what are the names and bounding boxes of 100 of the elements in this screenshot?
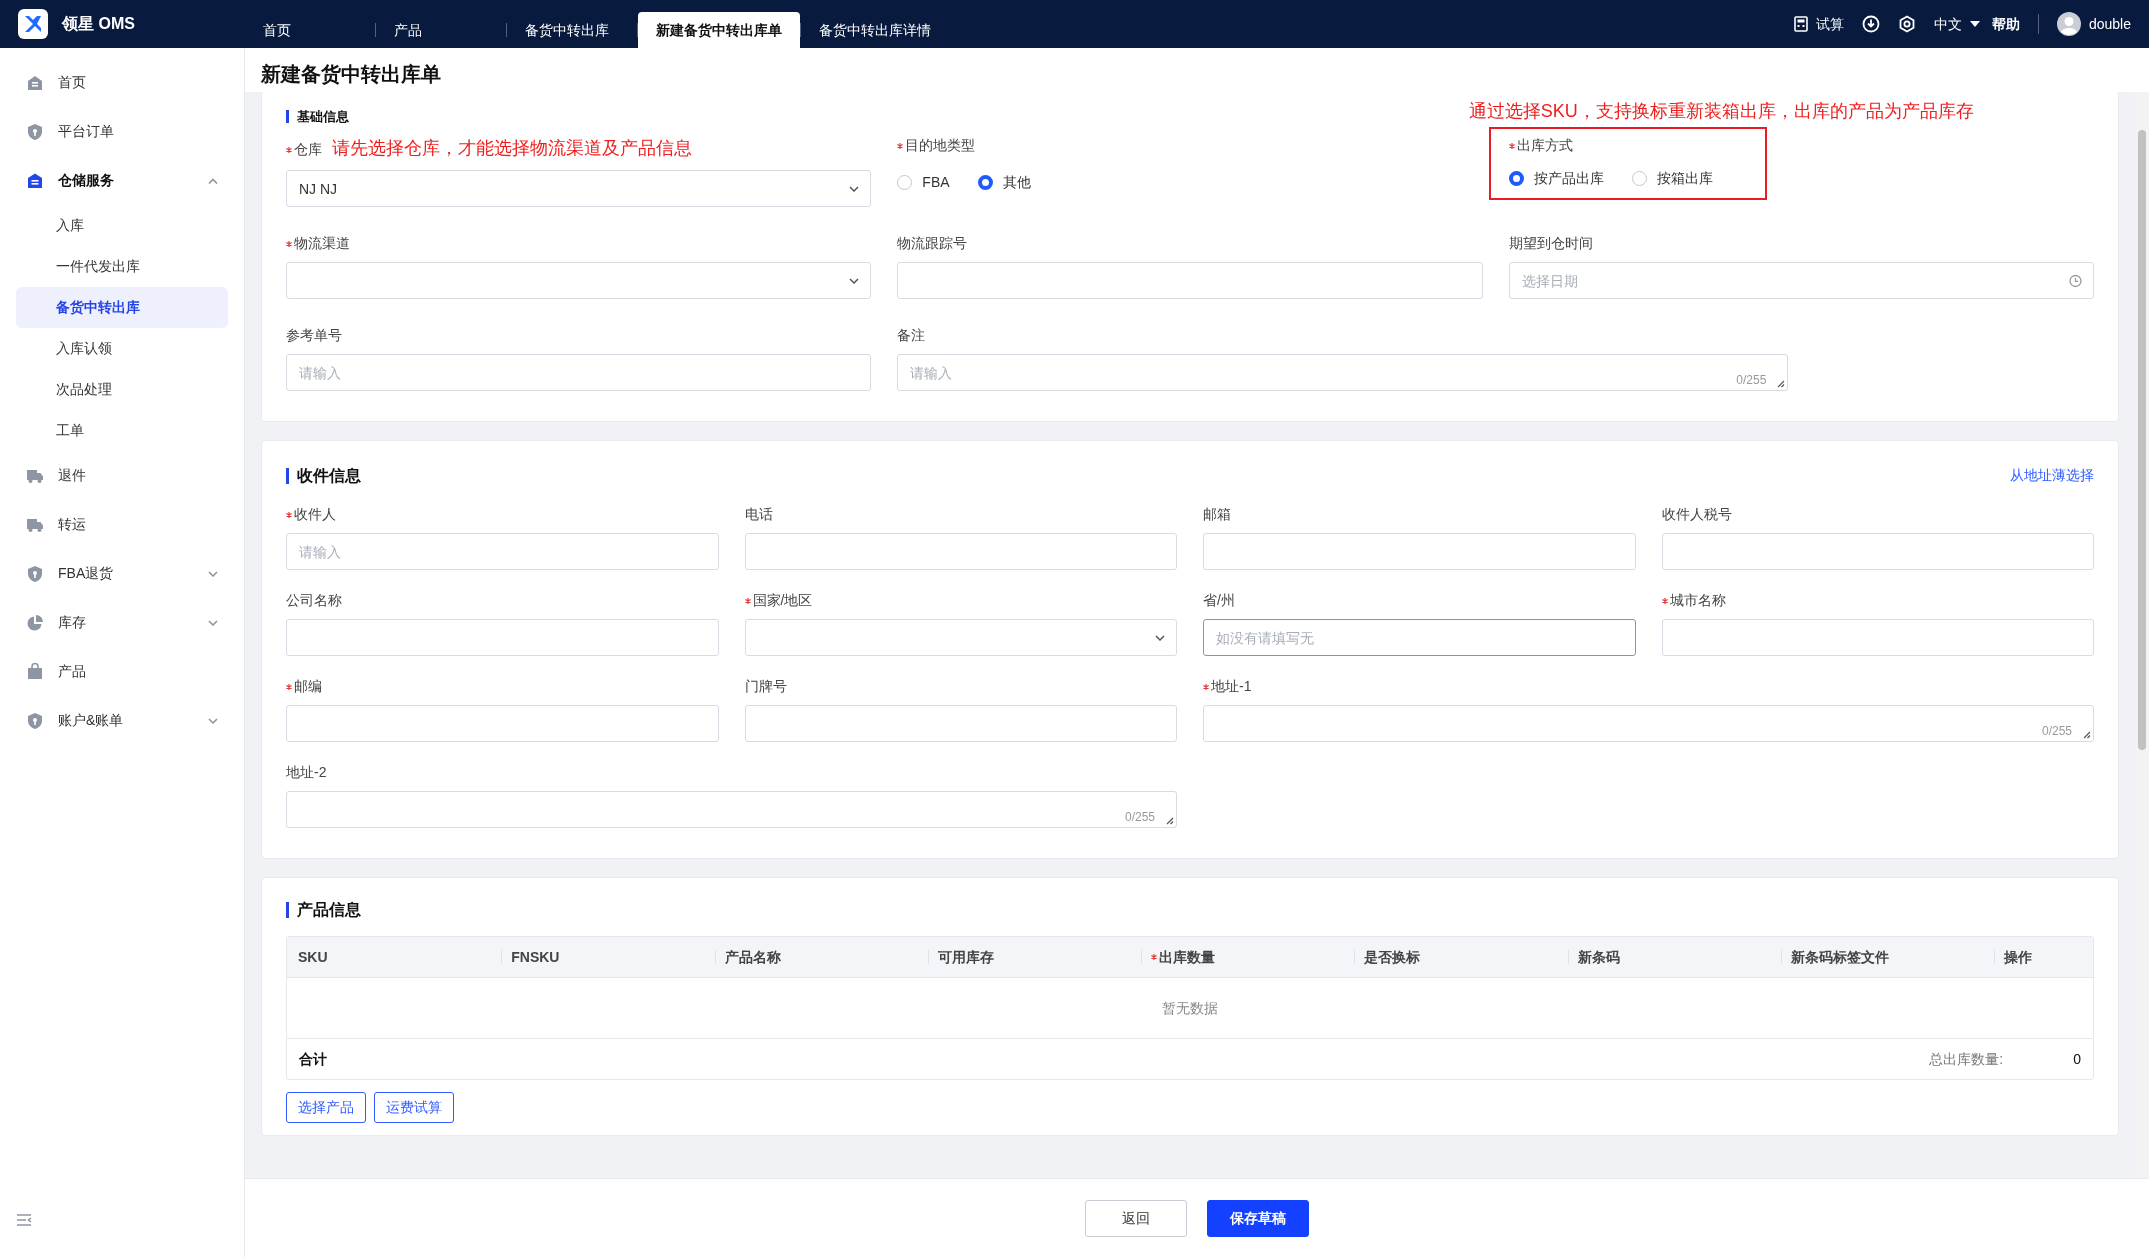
select-field[interactable]: NJ NJ [286, 170, 872, 207]
chevron-down-icon [1155, 634, 1165, 641]
field-label: 出库方式 [1516, 137, 1573, 153]
tab[interactable]: 首页 [245, 12, 375, 48]
sidebar-item[interactable]: 平台订单 [16, 107, 228, 156]
radio-option[interactable]: FBA [897, 172, 950, 193]
avatar-icon [2056, 12, 2081, 36]
text-area[interactable] [286, 791, 1177, 828]
bag-icon [26, 662, 44, 681]
logo-icon [18, 9, 48, 39]
resize-handle-icon [1777, 380, 1786, 388]
shield-icon [26, 122, 44, 141]
field-label: 备注 [897, 326, 926, 345]
field-label: 公司名称 [286, 591, 342, 610]
collapse-menu-icon[interactable] [16, 1213, 32, 1227]
annotation-text: 请先选择仓库，才能选择物流渠道及产品信息 [332, 137, 692, 160]
sidebar-item[interactable]: 产品 [16, 647, 228, 696]
sidebar-item[interactable]: 退件 [16, 451, 228, 500]
column-header: 新条码标签文件 [1779, 937, 1993, 977]
download-icon[interactable] [1861, 15, 1880, 33]
radio-circle[interactable] [897, 175, 913, 190]
chevron-down-icon [849, 277, 860, 284]
section-title: 产品信息 [286, 902, 361, 918]
column-header: SKU [287, 937, 501, 977]
character-counter: 0/255 [2041, 725, 2072, 737]
field-label: 电话 [744, 505, 773, 524]
caret-icon [1969, 21, 1980, 27]
column-header: 新条码 [1566, 937, 1780, 977]
back-button[interactable]: 返回 [1085, 1199, 1187, 1237]
total-quantity-value: 0 [2073, 1049, 2081, 1069]
radio-option[interactable]: 其他 [977, 172, 1031, 193]
field-label: 物流渠道 [294, 235, 350, 251]
help-link[interactable]: 帮助 [1991, 13, 2020, 35]
user-menu[interactable]: double [2056, 12, 2131, 36]
tab[interactable]: 新建备货中转出库单 [638, 12, 800, 48]
radio-option[interactable]: 按箱出库 [1631, 167, 1713, 189]
field-label: 邮编 [294, 678, 322, 694]
select-field[interactable] [744, 619, 1177, 656]
field-label: 地址-1 [1211, 678, 1252, 694]
radio-circle[interactable] [1631, 170, 1647, 186]
radio-circle[interactable] [977, 175, 993, 190]
sidebar-item[interactable]: 仓储服务 [16, 156, 228, 205]
field-label: 仓库 [294, 141, 322, 157]
chevron-down-icon [849, 185, 860, 192]
sidebar-subitem[interactable]: 备货中转出库 [16, 287, 228, 328]
sidebar-item[interactable]: 转运 [16, 500, 228, 549]
radio-option[interactable]: 按产品出库 [1508, 167, 1604, 189]
action-button[interactable]: 选择产品 [286, 1092, 366, 1123]
sidebar-subitem[interactable]: 入库 [16, 205, 228, 246]
sidebar-item[interactable]: 账户&账单 [16, 696, 228, 745]
sidebar-item[interactable]: 首页 [16, 58, 228, 107]
language-dropdown[interactable]: 中文 [1933, 13, 1980, 35]
date-field[interactable]: 选择日期 [1508, 262, 2094, 299]
page-title: 新建备货中转出库单 [261, 62, 442, 86]
input-field[interactable]: 如没有请填写无 [1203, 619, 1636, 656]
total-quantity-label: 总出库数量: [1929, 1049, 2004, 1069]
section-title: 基础信息 [286, 110, 349, 123]
save-draft-button[interactable]: 保存草稿 [1207, 1199, 1309, 1237]
resize-handle-icon [1166, 817, 1174, 825]
empty-message: 暂无数据 [1162, 998, 1218, 1018]
home-icon [26, 73, 44, 92]
field-label: 邮箱 [1203, 505, 1231, 524]
field-label: 国家/地区 [752, 592, 813, 608]
address-book-link[interactable]: 从地址薄选择 [2010, 465, 2094, 486]
column-header: 是否换标 [1353, 937, 1567, 977]
field-label: 地址-2 [286, 763, 327, 782]
select-field[interactable] [286, 262, 872, 299]
shield-icon [26, 564, 44, 583]
action-button[interactable]: 运费试算 [374, 1092, 454, 1123]
sidebar-item[interactable]: FBA退货 [16, 549, 228, 598]
field-label: 目的地类型 [905, 137, 976, 153]
sidebar-subitem[interactable]: 一件代发出库 [16, 246, 228, 287]
calculator-icon [1793, 16, 1808, 32]
sidebar-subitem[interactable]: 次品处理 [16, 369, 228, 410]
calculator-button[interactable]: 试算 [1793, 13, 1844, 35]
field-label: 收件人 [294, 506, 336, 522]
field-label: 期望到仓时间 [1508, 234, 1593, 253]
app-name: 领星 OMS [62, 14, 135, 34]
total-label: 合计 [299, 1049, 327, 1069]
sidebar-item[interactable]: 库存 [16, 598, 228, 647]
clock-icon [2069, 274, 2082, 287]
sidebar-subitem[interactable]: 工单 [16, 410, 228, 451]
column-header: 产品名称 [713, 937, 927, 977]
text-area[interactable] [1203, 705, 2094, 742]
tab[interactable]: 备货中转出库 [507, 12, 637, 48]
character-counter: 0/255 [1124, 811, 1155, 823]
resize-handle-icon [2083, 731, 2091, 739]
character-counter: 0/255 [1736, 374, 1767, 386]
field-label: 城市名称 [1669, 592, 1726, 608]
tab[interactable]: 备货中转出库详情 [801, 12, 949, 48]
section-title: 收件信息 [286, 467, 361, 484]
field-label: 参考单号 [286, 326, 342, 345]
column-header: 操作 [1993, 937, 2093, 977]
field-label: 省/州 [1203, 591, 1235, 610]
shield-icon [26, 711, 44, 730]
radio-circle[interactable] [1508, 170, 1524, 186]
settings-icon[interactable] [1897, 15, 1916, 33]
sidebar-subitem[interactable]: 入库认领 [16, 328, 228, 369]
tab[interactable]: 产品 [376, 12, 506, 48]
field-label: 收件人税号 [1661, 505, 1732, 524]
